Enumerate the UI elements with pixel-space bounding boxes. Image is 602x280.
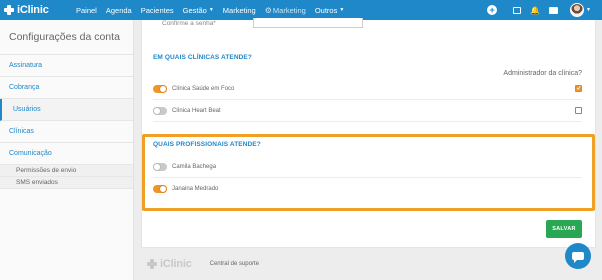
- avatar[interactable]: [570, 3, 585, 17]
- nav-gestao-label: Gestão: [182, 5, 207, 15]
- logo-cross-icon: [4, 5, 14, 15]
- chat-bubble-icon: [572, 252, 584, 263]
- sidebar-title: Configurações da conta: [9, 31, 120, 43]
- nav-outros[interactable]: Outros ▼: [315, 6, 344, 15]
- sidebar-subitem-sms[interactable]: SMS enviados: [0, 177, 133, 189]
- clinics-section-title: EM QUAIS CLÍNICAS ATENDE?: [153, 54, 252, 61]
- chevron-down-icon[interactable]: ▼: [586, 7, 591, 13]
- chevron-down-icon: ▼: [339, 7, 345, 13]
- plus-circle-icon[interactable]: +: [487, 5, 498, 15]
- admin-checkbox[interactable]: [575, 107, 582, 114]
- chat-icon[interactable]: [549, 6, 559, 14]
- sidebar-subitem-permissoes[interactable]: Permissões de envio: [0, 165, 133, 177]
- gift-icon[interactable]: [513, 6, 522, 14]
- clinic-row: Clínica Heart Beat: [153, 100, 582, 122]
- clinic-toggle[interactable]: [153, 106, 167, 115]
- logo-cross-icon: [147, 259, 157, 269]
- nav-outros-label: Outros: [314, 5, 338, 15]
- nav-agenda[interactable]: Agenda: [106, 6, 132, 15]
- password-confirm-label: Confirme a senha*: [162, 20, 216, 27]
- bell-icon[interactable]: 🔔: [530, 6, 540, 15]
- sidebar-item-usuarios[interactable]: Usuários: [0, 99, 133, 121]
- footer-logo: iClinic: [147, 258, 192, 270]
- nav-pacientes[interactable]: Pacientes: [141, 6, 174, 15]
- clinic-toggle[interactable]: [153, 84, 167, 93]
- nav-painel[interactable]: Painel: [76, 6, 97, 15]
- support-center-link[interactable]: Central de suporte: [210, 261, 259, 267]
- gear-icon: ⚙: [264, 5, 272, 15]
- admin-checkbox[interactable]: [575, 85, 582, 92]
- save-button[interactable]: SALVAR: [546, 220, 582, 238]
- logo-text: iClinic: [17, 4, 49, 16]
- nav-gestao[interactable]: Gestão ▼: [183, 6, 214, 15]
- nav-marketing-settings[interactable]: ⚙ Marketing: [265, 6, 306, 15]
- clinic-row: Clínica Saúde em Foco: [153, 78, 582, 100]
- footer-logo-text: iClinic: [160, 258, 192, 270]
- professionals-highlight-box: [142, 134, 595, 211]
- nav-marketing-settings-label: Marketing: [272, 5, 306, 15]
- clinic-name: Clínica Heart Beat: [172, 107, 221, 114]
- page-footer: iClinic Central de suporte: [141, 248, 596, 280]
- sidebar-item-comunicacao[interactable]: Comunicação: [0, 143, 133, 165]
- app-logo[interactable]: iClinic: [4, 4, 76, 16]
- chat-fab-button[interactable]: [565, 243, 591, 269]
- nav-icons: + 🔔 ▼: [487, 0, 602, 20]
- chevron-down-icon: ▼: [208, 7, 214, 13]
- sidebar-item-clinicas[interactable]: Clínicas: [0, 121, 133, 143]
- clinic-name: Clínica Saúde em Foco: [172, 85, 235, 92]
- top-navbar: iClinic Painel Agenda Pacientes Gestão ▼…: [0, 0, 602, 20]
- password-confirm-input[interactable]: [253, 18, 363, 28]
- sidebar-item-assinatura[interactable]: Assinatura: [0, 55, 133, 77]
- admin-column-label: Administrador da clínica?: [503, 70, 582, 77]
- sidebar-item-cobranca[interactable]: Cobrança: [0, 77, 133, 99]
- nav-marketing[interactable]: Marketing: [223, 6, 256, 15]
- settings-sidebar: Configurações da conta Assinatura Cobran…: [0, 20, 134, 280]
- nav-menu: Painel Agenda Pacientes Gestão ▼ Marketi…: [76, 6, 353, 15]
